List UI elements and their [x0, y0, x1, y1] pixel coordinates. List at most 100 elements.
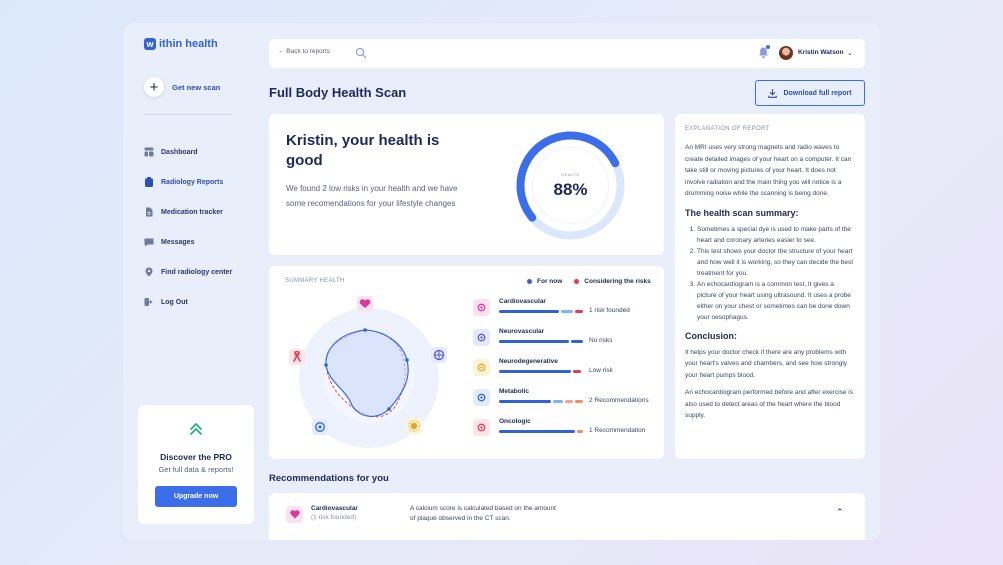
risk-name: Cardiovascular — [499, 298, 546, 305]
risk-row[interactable]: Cardiovascular 1 risk founded — [473, 296, 663, 326]
upgrade-now-button[interactable]: Upgrade now — [155, 486, 237, 507]
sidebar-item-label: Log Out — [161, 298, 188, 306]
sun-icon — [473, 359, 490, 376]
download-full-report-button[interactable]: Download full report — [755, 80, 865, 106]
legend: For now Considering the risks — [527, 278, 651, 285]
page-title: Full Body Health Scan — [269, 85, 407, 100]
risk-status: Low risk — [589, 367, 613, 374]
summary-health-card: SUMMARY HEALTH For now Considering the r… — [269, 266, 664, 459]
summary-title: The health scan summary: — [685, 207, 799, 218]
recommendation-sub: (1 risk founded) — [311, 514, 357, 521]
chevron-up-icon[interactable]: ⌃ — [836, 507, 844, 518]
risk-status: 1 Recommendation — [589, 427, 646, 434]
document-icon — [144, 207, 154, 217]
risk-name: Oncologic — [499, 418, 531, 425]
heart-icon — [286, 506, 303, 523]
risk-bar-segment — [499, 370, 571, 373]
ribbon-icon — [289, 349, 305, 365]
risk-bar-segment — [499, 400, 551, 403]
risk-name: Metabolic — [499, 388, 529, 395]
risk-name: Neurodegenerative — [499, 358, 558, 365]
health-status-description: We found 2 low risks in your health and … — [286, 184, 458, 208]
logout-icon — [144, 297, 154, 307]
user-name[interactable]: Kristin Watson — [798, 49, 844, 56]
message-icon — [144, 237, 154, 247]
risk-row[interactable]: Neurovascular No risks — [473, 326, 663, 356]
risk-bar-segment — [575, 400, 583, 403]
risk-bar-segment — [565, 400, 573, 403]
app-window: w ithin health + Get new scan Dashboard … — [123, 23, 880, 540]
sidebar-item-label: Dashboard — [161, 148, 198, 156]
risk-bar-segment — [571, 340, 583, 343]
risk-row[interactable]: Oncologic 1 Recommendation — [473, 416, 663, 446]
brain-icon — [431, 347, 447, 363]
recommendation-text: A calcium score is calculated based on t… — [410, 505, 556, 522]
explanation-intro: An MRI uses very strong magnets and radi… — [685, 144, 852, 197]
conclusion-paragraph: An echocardiogram performed before and a… — [685, 389, 854, 419]
risk-bar-segment — [499, 310, 559, 313]
risk-row[interactable]: Neurodegenerative Low risk — [473, 356, 663, 386]
health-gauge-value: 88% — [553, 180, 588, 199]
risk-list: Cardiovascular 1 risk founded Neurovascula… — [473, 296, 663, 446]
pro-subtitle: Get full data & reports! — [158, 465, 234, 474]
notification-dot — [766, 45, 770, 49]
risk-bar-segment — [499, 340, 569, 343]
sidebar-item-dashboard[interactable]: Dashboard — [144, 137, 232, 167]
get-new-scan-button[interactable]: + Get new scan — [144, 77, 220, 97]
radar-chart — [289, 296, 447, 448]
explanation-card: EXPLANATION OF REPORT An MRI uses very s… — [675, 114, 865, 459]
avatar[interactable] — [779, 46, 793, 60]
chevrons-up-icon — [190, 423, 202, 435]
risk-bar-segment — [575, 310, 583, 313]
top-bar: ← Back to reports Kristin Watson ⌄ — [269, 39, 865, 68]
metabolic-icon — [312, 419, 328, 435]
sun-icon — [406, 418, 422, 434]
risk-status: 1 risk founded — [589, 307, 630, 314]
logo[interactable]: w ithin health — [144, 38, 218, 50]
pro-title: Discover the PRO — [160, 452, 232, 462]
risk-bar-segment — [553, 400, 563, 403]
legend-item-considering-risks: Considering the risks — [574, 278, 651, 285]
sidebar-divider — [144, 114, 232, 115]
summary-item: An echocardiogram is a common test. It g… — [697, 279, 855, 323]
sidebar-item-messages[interactable]: Messages — [144, 227, 232, 257]
heart-icon — [357, 296, 373, 312]
get-new-scan-label: Get new scan — [172, 82, 221, 92]
search-icon[interactable] — [355, 47, 367, 59]
summary-item: Sometimes a special dye is used to make … — [697, 224, 855, 246]
health-status-card: Kristin, your health is good We found 2 … — [269, 114, 664, 255]
risk-row[interactable]: Metabolic 2 Recommendations — [473, 386, 663, 416]
conclusion-title: Conclusion: — [685, 330, 737, 341]
sidebar-item-find-radiology-center[interactable]: Find radiology center — [144, 257, 232, 287]
location-pin-icon — [144, 267, 154, 277]
recommendation-item[interactable]: Cardiovascular (1 risk founded) A calciu… — [269, 493, 865, 540]
sidebar-nav: Dashboard Radiology Reports Medication t… — [144, 137, 232, 317]
sidebar-item-label: Medication tracker — [161, 208, 223, 216]
risk-status: 2 Recommendations — [589, 397, 649, 404]
back-to-reports-link[interactable]: ← Back to reports — [278, 48, 330, 55]
conclusion-paragraph: It helps your doctor check if there are … — [685, 348, 848, 379]
recommendation-name: Cardiovascular — [311, 505, 358, 512]
risk-name: Neurovascular — [499, 328, 545, 335]
explanation-heading: EXPLANATION OF REPORT — [685, 126, 770, 132]
sidebar-item-log-out[interactable]: Log Out — [144, 287, 232, 317]
health-gauge: HEALTH 88% — [513, 128, 628, 243]
sidebar-item-radiology-reports[interactable]: Radiology Reports — [144, 167, 232, 197]
risk-bar-segment — [561, 310, 573, 313]
download-label: Download full report — [783, 89, 852, 97]
risk-bar-segment — [499, 430, 575, 433]
dashboard-icon — [144, 147, 154, 157]
recommendations-title: Recommendations for you — [269, 473, 389, 484]
risk-bar-segment — [577, 430, 583, 433]
sidebar-item-label: Radiology Reports — [161, 178, 224, 186]
chevron-down-icon[interactable]: ⌄ — [847, 49, 853, 57]
sidebar-item-label: Messages — [161, 238, 195, 246]
download-icon — [768, 88, 778, 98]
clipboard-icon — [144, 177, 154, 187]
sidebar: w ithin health + Get new scan Dashboard … — [123, 23, 265, 540]
metabolic-icon — [473, 389, 490, 406]
sidebar-item-medication-tracker[interactable]: Medication tracker — [144, 197, 232, 227]
legend-item-for-now: For now — [527, 278, 562, 285]
ribbon-icon — [473, 419, 490, 436]
risk-status: No risks — [589, 337, 613, 344]
